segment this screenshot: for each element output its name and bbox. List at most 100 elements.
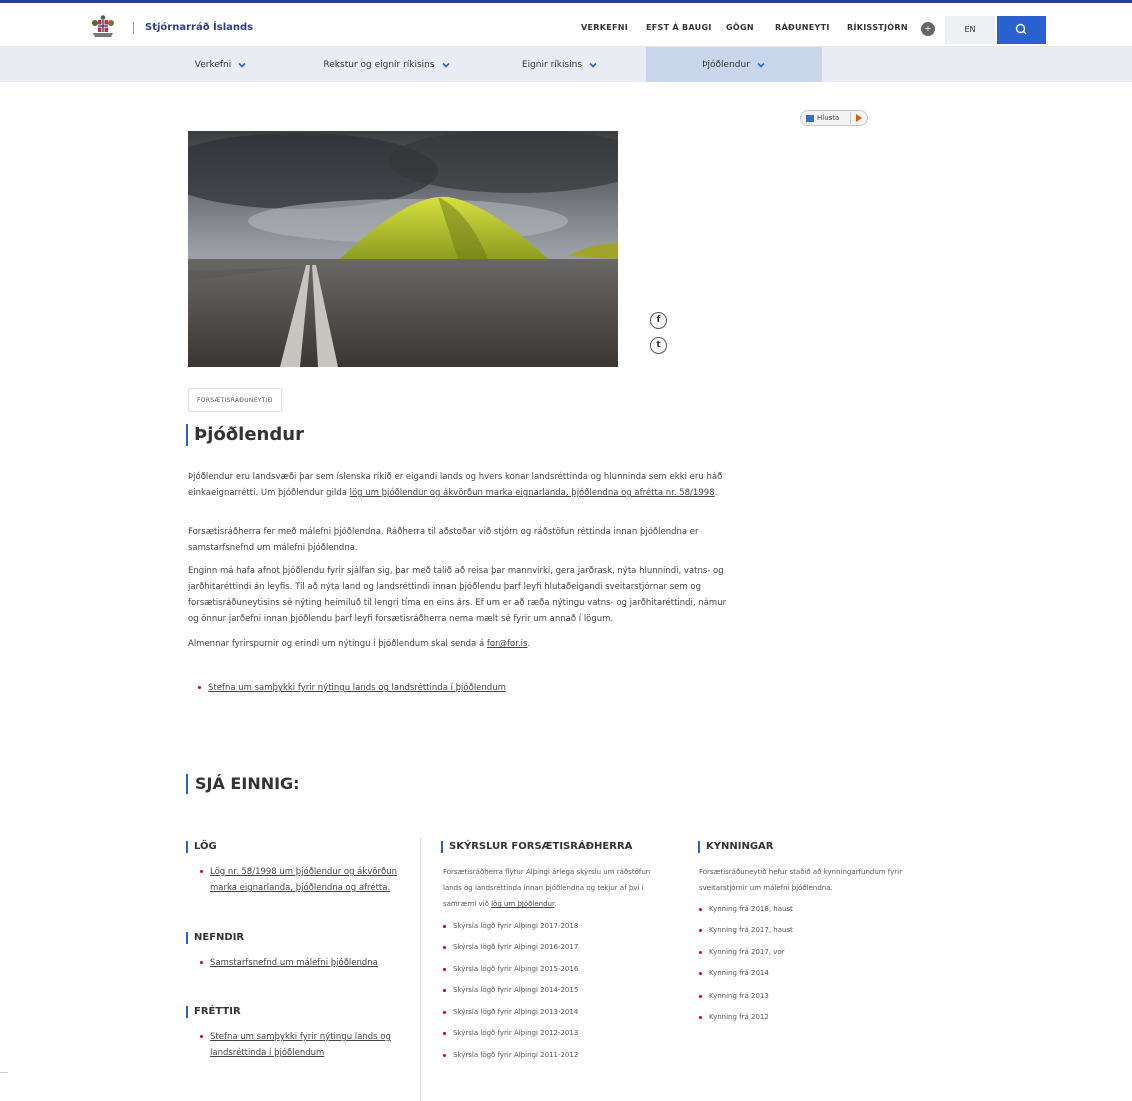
page-title: Þjóðlendur bbox=[186, 424, 304, 446]
subnav-rekstur[interactable]: Rekstur og eignir ríkisins bbox=[300, 47, 474, 82]
report-label: Skýrsla lögð fyrir Alþingi 2015-2016 bbox=[453, 965, 579, 973]
report-item[interactable]: Skýrsla lögð fyrir Alþingi 2012-2013 bbox=[443, 1029, 578, 1037]
bullet-dot bbox=[443, 924, 446, 928]
bullet-dot bbox=[699, 928, 702, 932]
bullet-dot bbox=[699, 950, 702, 954]
subnav-eignir[interactable]: Eignir ríkisins bbox=[474, 47, 646, 82]
see-also-heading: SJÁ EINNIG: bbox=[186, 774, 300, 794]
presentation-label: Kynning frá 2017, haust bbox=[709, 926, 793, 934]
frettir-link-item[interactable]: Stefna um samþykki fyrir nýtingu lands o… bbox=[200, 1029, 405, 1061]
list-item[interactable]: Stefna um samþykki fyrir nýtingu lands o… bbox=[198, 683, 506, 693]
report-label: Skýrsla lögð fyrir Alþingi 2014-2015 bbox=[453, 986, 579, 994]
topnav-verkefni[interactable]: VERKEFNI bbox=[581, 23, 628, 32]
chevron-down-icon bbox=[238, 62, 246, 68]
speaker-icon bbox=[806, 115, 814, 122]
skyrslur-text: . bbox=[554, 900, 557, 908]
logo-separator bbox=[133, 22, 134, 34]
presentation-item[interactable]: Kynning frá 2014 bbox=[699, 969, 769, 977]
presentation-label: Kynning frá 2017, vor bbox=[709, 948, 785, 956]
page-edge-line bbox=[0, 1072, 8, 1073]
skyrslur-heading: SKÝRSLUR FORSÆTISRÁÐHERRA bbox=[441, 841, 632, 853]
paragraph-text: . bbox=[527, 639, 531, 649]
subnav-verkefni[interactable]: Verkefni bbox=[142, 47, 300, 82]
presentation-item[interactable]: Kynning frá 2013 bbox=[699, 992, 769, 1000]
chevron-down-icon bbox=[757, 62, 765, 68]
bullet-dot bbox=[200, 1035, 203, 1038]
topnav-gogn[interactable]: GÖGN bbox=[726, 23, 754, 32]
paragraph-4: Almennar fyrirspurnir og erindi um nýtin… bbox=[188, 636, 728, 652]
report-item[interactable]: Skýrsla lögð fyrir Alþingi 2013-2014 bbox=[443, 1008, 578, 1016]
report-item[interactable]: Skýrsla lögð fyrir Alþingi 2015-2016 bbox=[443, 965, 578, 973]
bullet-dot bbox=[443, 945, 446, 949]
log-heading: LÖG bbox=[186, 841, 217, 853]
policy-link[interactable]: Stefna um samþykki fyrir nýtingu lands o… bbox=[208, 683, 506, 693]
language-button[interactable]: EN bbox=[945, 16, 995, 44]
site-name[interactable]: Stjórnarráð Íslands bbox=[145, 22, 253, 33]
chevron-down-icon bbox=[442, 62, 450, 68]
listen-button[interactable]: Hlusta bbox=[800, 110, 868, 126]
column-divider bbox=[420, 838, 421, 1101]
topnav-rikisstjorn[interactable]: RÍKISSTJÓRN bbox=[847, 23, 908, 32]
presentation-label: Kynning frá 2012 bbox=[709, 1013, 769, 1021]
paragraph-2: Forsætisráðherra fer með málefni þjóðlen… bbox=[188, 527, 699, 553]
subnav-thjodlendur[interactable]: Þjóðlendur bbox=[646, 47, 822, 82]
skyrslur-law-link[interactable]: lög um þjóðlendur bbox=[491, 900, 554, 908]
bullet-dot bbox=[443, 988, 446, 992]
presentation-item[interactable]: Kynning frá 2017, haust bbox=[699, 926, 793, 934]
bullet-dot bbox=[443, 1031, 446, 1035]
search-icon bbox=[1015, 23, 1027, 35]
log-link-item[interactable]: Lög nr. 58/1998 um þjóðlendur og ákvörðu… bbox=[200, 864, 405, 896]
listen-label: Hlusta bbox=[817, 114, 840, 122]
subnav-label: Eignir ríkisins bbox=[521, 59, 583, 70]
coat-of-arms-logo[interactable] bbox=[92, 15, 114, 39]
paragraph-1: Þjóðlendur eru landsvæði þar sem íslensk… bbox=[188, 469, 728, 501]
report-label: Skýrsla lögð fyrir Alþingi 2013-2014 bbox=[453, 1008, 579, 1016]
nefndir-link[interactable]: Samstarfsnefnd um málefni þjóðlendna bbox=[210, 958, 378, 968]
bullet-dot bbox=[443, 1010, 446, 1014]
report-item[interactable]: Skýrsla lögð fyrir Alþingi 2011-2012 bbox=[443, 1051, 578, 1059]
hero-image bbox=[188, 131, 618, 367]
subnav-label: Rekstur og eignir ríkisins bbox=[323, 59, 435, 70]
paragraph-text: Almennar fyrirspurnir og erindi um nýtin… bbox=[188, 639, 487, 649]
presentation-item[interactable]: Kynning frá 2017, vor bbox=[699, 948, 785, 956]
log-link[interactable]: Lög nr. 58/1998 um þjóðlendur og ákvörðu… bbox=[210, 867, 397, 893]
nefndir-link-item[interactable]: Samstarfsnefnd um málefni þjóðlendna bbox=[200, 955, 405, 971]
report-item[interactable]: Skýrsla lögð fyrir Alþingi 2014-2015 bbox=[443, 986, 578, 994]
topnav-efst-a-baugi[interactable]: EFST Á BAUGI bbox=[646, 23, 712, 32]
bullet-dot bbox=[699, 1015, 702, 1019]
twitter-icon[interactable]: t bbox=[650, 337, 667, 354]
ministry-tag[interactable]: FORSÆTISRÁÐUNEYTIÐ bbox=[188, 388, 282, 412]
kynningar-intro: Forsætisráðuneytið hefur staðið að kynni… bbox=[699, 868, 902, 892]
report-label: Skýrsla lögð fyrir Alþingi 2017-2018 bbox=[453, 922, 579, 930]
sub-navigation: Verkefni Rekstur og eignir ríkisins Eign… bbox=[0, 47, 1132, 82]
law-link[interactable]: lög um þjóðlendur og ákvörðun marka eign… bbox=[350, 488, 715, 498]
bullet-dot bbox=[699, 907, 702, 911]
topnav-raduneyti[interactable]: RÁÐUNEYTI bbox=[775, 23, 830, 32]
presentation-label: Kynning frá 2014 bbox=[709, 969, 769, 977]
bullet-dot bbox=[200, 870, 203, 873]
email-link[interactable]: for@for.is bbox=[487, 639, 528, 649]
presentation-label: Kynning frá 2018, haust bbox=[709, 905, 793, 913]
report-item[interactable]: Skýrsla lögð fyrir Alþingi 2017-2018 bbox=[443, 922, 578, 930]
plus-icon[interactable]: + bbox=[921, 22, 935, 36]
kynningar-heading: KYNNINGAR bbox=[698, 841, 773, 853]
skyrslur-intro: Forsætisráðherra flytur Alþingi árlega s… bbox=[443, 864, 658, 912]
nefndir-heading: NEFNDIR bbox=[186, 932, 244, 944]
facebook-icon[interactable]: f bbox=[650, 312, 667, 329]
presentation-item[interactable]: Kynning frá 2018, haust bbox=[699, 905, 793, 913]
bullet-dot bbox=[443, 967, 446, 971]
frettir-heading: FRÉTTIR bbox=[186, 1006, 241, 1018]
bullet-dot bbox=[198, 686, 201, 689]
search-button[interactable] bbox=[997, 16, 1046, 44]
subnav-label: Verkefni bbox=[194, 59, 232, 70]
site-header: Stjórnarráð Íslands VERKEFNI EFST Á BAUG… bbox=[0, 3, 1132, 47]
paragraph-3: Enginn má hafa afnot þjóðlendu fyrir sjá… bbox=[188, 566, 727, 624]
report-item[interactable]: Skýrsla lögð fyrir Alþingi 2016-2017 bbox=[443, 943, 578, 951]
report-label: Skýrsla lögð fyrir Alþingi 2012-2013 bbox=[453, 1029, 579, 1037]
subnav-label: Þjóðlendur bbox=[702, 59, 750, 70]
report-label: Skýrsla lögð fyrir Alþingi 2011-2012 bbox=[453, 1051, 579, 1059]
paragraph-text: . bbox=[714, 488, 718, 498]
presentation-label: Kynning frá 2013 bbox=[709, 992, 769, 1000]
frettir-link[interactable]: Stefna um samþykki fyrir nýtingu lands o… bbox=[210, 1032, 391, 1058]
presentation-item[interactable]: Kynning frá 2012 bbox=[699, 1013, 769, 1021]
